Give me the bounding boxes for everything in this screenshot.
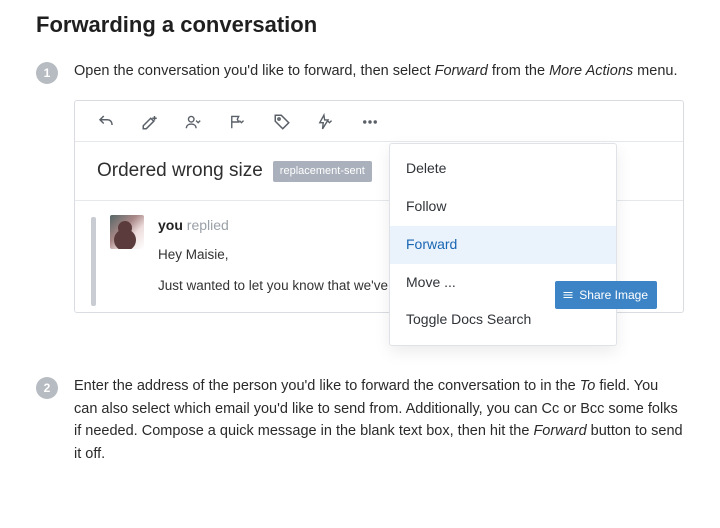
- text: Open the conversation you'd like to forw…: [74, 63, 435, 79]
- step-badge-1: 1: [36, 62, 58, 84]
- avatar: [110, 215, 144, 249]
- share-image-label: Share Image: [579, 286, 648, 305]
- em-more-actions: More Actions: [549, 63, 633, 79]
- assign-user-icon[interactable]: [185, 113, 203, 131]
- more-actions-icon[interactable]: [361, 113, 379, 131]
- menu-item-forward[interactable]: Forward: [390, 226, 616, 264]
- step-2-body: Enter the address of the person you'd li…: [74, 375, 684, 465]
- author-action: replied: [183, 217, 229, 233]
- step-2: 2 Enter the address of the person you'd …: [36, 375, 684, 465]
- page-heading: Forwarding a conversation: [36, 12, 684, 38]
- em-forward-2: Forward: [533, 423, 586, 439]
- tag-icon[interactable]: [273, 113, 291, 131]
- step-1-text: Open the conversation you'd like to forw…: [74, 60, 684, 82]
- status-flag-icon[interactable]: [229, 113, 247, 131]
- edit-plus-icon[interactable]: [141, 113, 159, 131]
- menu-item-delete[interactable]: Delete: [390, 150, 616, 188]
- em-to: To: [580, 378, 596, 394]
- step-2-text: Enter the address of the person you'd li…: [74, 375, 684, 465]
- conversation-subject: Ordered wrong size: [97, 156, 263, 185]
- menu-item-follow[interactable]: Follow: [390, 188, 616, 226]
- text: Enter the address of the person you'd li…: [74, 378, 580, 394]
- step-1: 1 Open the conversation you'd like to fo…: [36, 60, 684, 313]
- share-image-button[interactable]: Share Image: [555, 281, 657, 310]
- step-badge-2: 2: [36, 377, 58, 399]
- author-you: you: [158, 217, 183, 233]
- app-screenshot: Ordered wrong size replacement-sent you …: [74, 100, 684, 313]
- em-forward: Forward: [435, 63, 488, 79]
- toolbar: [75, 101, 683, 142]
- undo-icon[interactable]: [97, 113, 115, 131]
- step-1-body: Open the conversation you'd like to forw…: [74, 60, 684, 313]
- thread-marker: [91, 217, 96, 307]
- text: menu.: [633, 63, 677, 79]
- text: from the: [488, 63, 549, 79]
- workflow-icon[interactable]: [317, 113, 335, 131]
- more-actions-menu: Delete Follow Forward Move ... Toggle Do…: [389, 143, 617, 345]
- conversation-tag[interactable]: replacement-sent: [273, 161, 372, 182]
